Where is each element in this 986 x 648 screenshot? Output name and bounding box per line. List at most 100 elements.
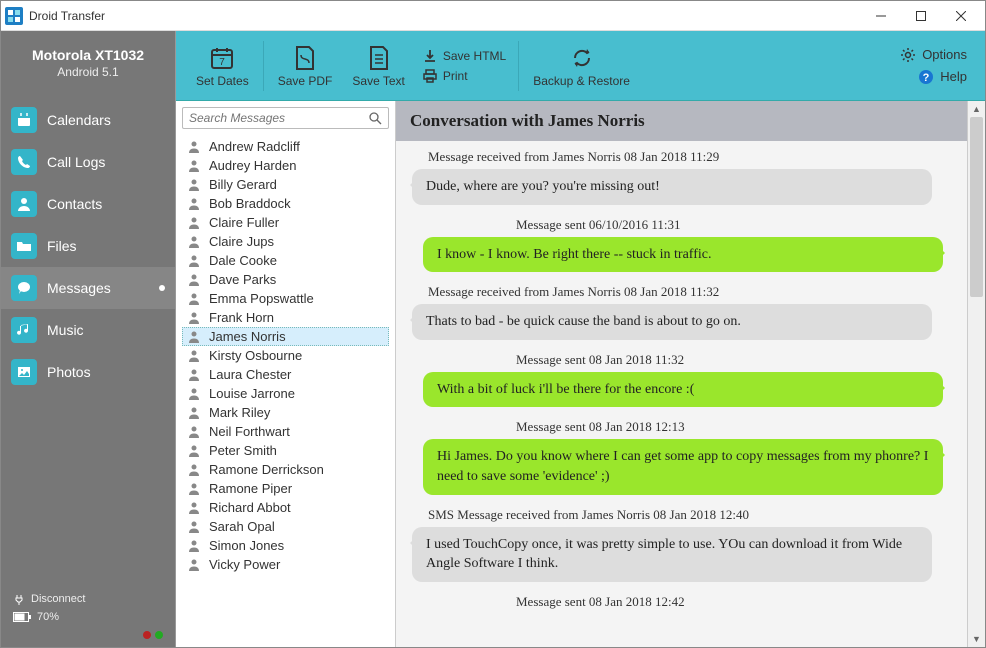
message-received: Dude, where are you? you're missing out!	[412, 169, 932, 205]
plug-icon	[13, 593, 25, 605]
sidebar-item-calendars[interactable]: Calendars	[1, 99, 175, 141]
contact-name: Claire Fuller	[209, 215, 279, 230]
message-received: I used TouchCopy once, it was pretty sim…	[412, 527, 932, 582]
contact-item[interactable]: Simon Jones	[182, 536, 389, 555]
chat-scroll[interactable]: Conversation with James Norris Message r…	[396, 101, 967, 647]
contact-name: Laura Chester	[209, 367, 291, 382]
help-button[interactable]: ? Help	[900, 69, 967, 85]
message-meta: Message received from James Norris 08 Ja…	[396, 276, 967, 304]
message-sent: Hi James. Do you know where I can get so…	[423, 439, 943, 494]
search-icon	[368, 111, 382, 125]
contact-item[interactable]: Dave Parks	[182, 270, 389, 289]
contact-item[interactable]: Ramone Piper	[182, 479, 389, 498]
contact-name: Peter Smith	[209, 443, 277, 458]
message-meta: Message sent 08 Jan 2018 11:32	[396, 344, 967, 372]
contact-item[interactable]: Peter Smith	[182, 441, 389, 460]
contact-item[interactable]: Frank Horn	[182, 308, 389, 327]
window-title: Droid Transfer	[29, 9, 861, 23]
save-pdf-button[interactable]: Save PDF	[268, 31, 343, 100]
person-icon	[187, 368, 201, 382]
message-sent: I know - I know. Be right there -- stuck…	[423, 237, 943, 273]
set-dates-label: Set Dates	[196, 74, 249, 88]
music-icon	[11, 317, 37, 343]
unread-dot	[159, 285, 165, 291]
message-received: Thats to bad - be quick cause the band i…	[412, 304, 932, 340]
search-box[interactable]	[182, 107, 389, 129]
contact-name: Sarah Opal	[209, 519, 275, 534]
contact-name: Richard Abbot	[209, 500, 291, 515]
sidebar-item-calllogs[interactable]: Call Logs	[1, 141, 175, 183]
app-icon	[5, 7, 23, 25]
message-sent: With a bit of luck i'll be there for the…	[423, 372, 943, 408]
contact-name: Neil Forthwart	[209, 424, 290, 439]
contact-name: Claire Jups	[209, 234, 274, 249]
person-icon	[187, 216, 201, 230]
person-icon	[187, 558, 201, 572]
contact-item[interactable]: Audrey Harden	[182, 156, 389, 175]
contact-item[interactable]: Claire Fuller	[182, 213, 389, 232]
close-button[interactable]	[941, 2, 981, 30]
contact-name: Audrey Harden	[209, 158, 296, 173]
contact-name: Frank Horn	[209, 310, 274, 325]
person-icon	[187, 159, 201, 173]
contact-item[interactable]: Bob Braddock	[182, 194, 389, 213]
contact-item[interactable]: Kirsty Osbourne	[182, 346, 389, 365]
contact-item[interactable]: Emma Popswattle	[182, 289, 389, 308]
contact-item[interactable]: Andrew Radcliff	[182, 137, 389, 156]
image-icon	[11, 359, 37, 385]
contact-item[interactable]: Billy Gerard	[182, 175, 389, 194]
contact-name: Ramone Piper	[209, 481, 292, 496]
maximize-button[interactable]	[901, 2, 941, 30]
scrollbar[interactable]: ▲ ▼	[967, 101, 985, 647]
chat-icon	[11, 275, 37, 301]
save-pdf-label: Save PDF	[278, 74, 333, 88]
contact-item[interactable]: James Norris	[182, 327, 389, 346]
sidebar-item-files[interactable]: Files	[1, 225, 175, 267]
sidebar-item-contacts[interactable]: Contacts	[1, 183, 175, 225]
contact-item[interactable]: Vicky Power	[182, 555, 389, 574]
svg-text:?: ?	[923, 72, 930, 84]
contact-item[interactable]: Ramone Derrickson	[182, 460, 389, 479]
device-info: Motorola XT1032 Android 5.1	[1, 31, 175, 99]
person-icon	[187, 444, 201, 458]
scroll-thumb[interactable]	[970, 117, 983, 297]
person-icon	[187, 197, 201, 211]
contact-name: Louise Jarrone	[209, 386, 295, 401]
minimize-button[interactable]	[861, 2, 901, 30]
contact-name: Simon Jones	[209, 538, 284, 553]
save-html-label: Save HTML	[443, 49, 506, 63]
help-label: Help	[940, 69, 967, 84]
contact-item[interactable]: Richard Abbot	[182, 498, 389, 517]
person-icon	[187, 349, 201, 363]
person-icon	[187, 482, 201, 496]
set-dates-button[interactable]: 7 Set Dates	[186, 31, 259, 100]
scroll-up-icon[interactable]: ▲	[968, 101, 985, 117]
device-name: Motorola XT1032	[9, 47, 167, 63]
backup-restore-button[interactable]: Backup & Restore	[523, 31, 640, 100]
printer-icon	[423, 69, 437, 83]
save-text-button[interactable]: Save Text	[342, 31, 414, 100]
print-button[interactable]: Print	[423, 69, 506, 83]
options-button[interactable]: Options	[900, 47, 967, 63]
contact-item[interactable]: Dale Cooke	[182, 251, 389, 270]
contact-item[interactable]: Claire Jups	[182, 232, 389, 251]
sidebar-item-messages[interactable]: Messages	[1, 267, 175, 309]
person-icon	[187, 406, 201, 420]
toolbar-divider	[263, 41, 264, 91]
sidebar-item-photos[interactable]: Photos	[1, 351, 175, 393]
save-html-button[interactable]: Save HTML	[423, 49, 506, 63]
sidebar-item-label: Messages	[47, 280, 111, 296]
contact-item[interactable]: Louise Jarrone	[182, 384, 389, 403]
sidebar-item-label: Music	[47, 322, 84, 338]
contact-item[interactable]: Laura Chester	[182, 365, 389, 384]
battery-icon	[13, 612, 31, 622]
person-icon	[187, 178, 201, 192]
contact-name: Andrew Radcliff	[209, 139, 300, 154]
contact-item[interactable]: Mark Riley	[182, 403, 389, 422]
contact-item[interactable]: Sarah Opal	[182, 517, 389, 536]
search-input[interactable]	[189, 111, 368, 125]
sidebar-item-music[interactable]: Music	[1, 309, 175, 351]
scroll-down-icon[interactable]: ▼	[968, 631, 985, 647]
disconnect-button[interactable]: Disconnect	[13, 593, 163, 605]
contact-item[interactable]: Neil Forthwart	[182, 422, 389, 441]
